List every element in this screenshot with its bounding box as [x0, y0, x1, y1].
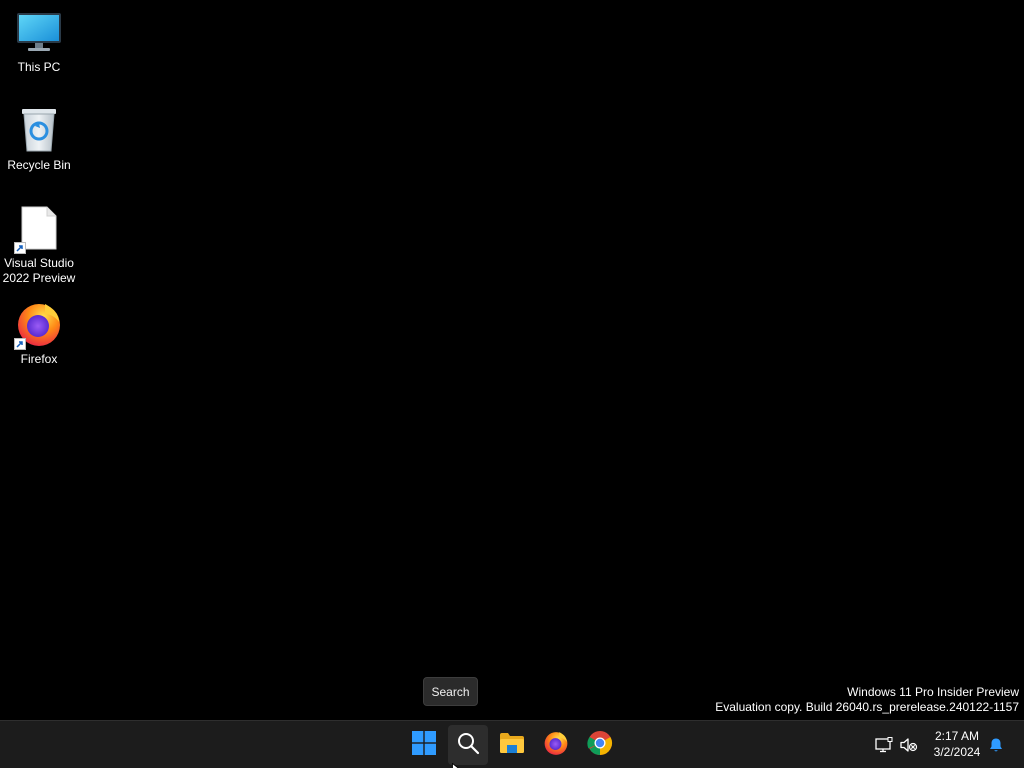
evaluation-watermark: Windows 11 Pro Insider Preview Evaluatio… — [715, 685, 1019, 715]
watermark-edition: Windows 11 Pro Insider Preview — [847, 685, 1019, 699]
chrome-taskbar-button[interactable] — [580, 725, 620, 765]
desktop-icon-label: Firefox — [20, 352, 58, 366]
desktop-icon-visual-studio[interactable]: Visual Studio 2022 Preview — [2, 204, 76, 286]
shortcut-arrow-icon — [14, 338, 26, 350]
search-button[interactable] — [448, 725, 488, 765]
watermark-build: Evaluation copy. Build 26040.rs_prerelea… — [715, 700, 1019, 714]
firefox-icon — [14, 300, 63, 350]
shortcut-arrow-icon — [14, 242, 26, 254]
desktop-icon-firefox[interactable]: Firefox — [2, 300, 76, 367]
clock-date: 3/2/2024 — [933, 745, 981, 759]
desktop-icon-recycle-bin[interactable]: Recycle Bin — [2, 106, 76, 173]
start-button[interactable] — [404, 725, 444, 765]
windows-logo-icon — [412, 730, 436, 760]
desktop-icon-label: This PC — [17, 60, 61, 74]
notification-bell-icon[interactable] — [986, 735, 1006, 755]
chrome-icon — [587, 730, 613, 761]
firefox-taskbar-button[interactable] — [536, 725, 576, 765]
monitor-icon — [15, 8, 63, 56]
search-tooltip: Search — [423, 677, 478, 706]
taskbar: 2:17 AM 3/2/2024 — [0, 720, 1024, 768]
volume-muted-icon[interactable] — [899, 735, 919, 755]
recycle-bin-icon — [15, 106, 63, 154]
desktop-icon-label: Recycle Bin — [7, 158, 71, 172]
search-icon — [456, 731, 480, 760]
desktop[interactable]: This PC Recycle Bin Visual Studio 2022 P… — [0, 0, 1024, 720]
desktop-icon-label: Visual Studio 2022 Preview — [2, 256, 76, 285]
firefox-icon — [543, 730, 569, 761]
taskbar-clock[interactable]: 2:17 AM 3/2/2024 — [925, 728, 989, 760]
folder-icon — [499, 732, 525, 759]
clock-time: 2:17 AM — [934, 729, 980, 743]
network-icon[interactable] — [874, 735, 894, 755]
blank-file-icon — [14, 204, 63, 254]
mouse-pointer-icon — [452, 760, 462, 768]
file-explorer-button[interactable] — [492, 725, 532, 765]
desktop-icon-this-pc[interactable]: This PC — [2, 8, 76, 75]
